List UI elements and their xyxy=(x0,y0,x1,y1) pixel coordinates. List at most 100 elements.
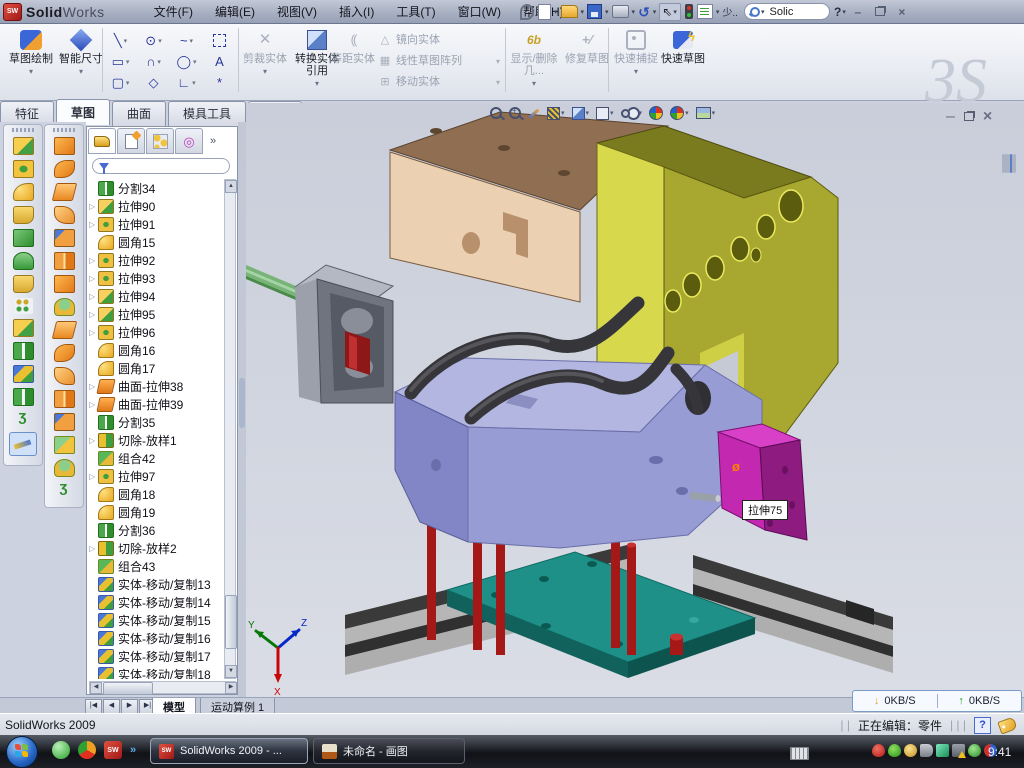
smart-dimension-button[interactable]: 智能尺寸 ▾ xyxy=(56,27,106,78)
minimize-button[interactable]: – xyxy=(849,5,867,19)
open-dropdown-icon[interactable]: ▾ xyxy=(581,8,585,16)
scroll-left-icon[interactable]: ◀ xyxy=(90,682,102,694)
expand-arrow-icon[interactable]: ▷ xyxy=(89,220,98,229)
curve-through-points-icon[interactable] xyxy=(55,482,74,498)
help-dropdown-icon[interactable]: ▾ xyxy=(842,8,846,16)
tree-item[interactable]: ▷拉伸95 xyxy=(89,305,225,323)
freeform-icon[interactable] xyxy=(54,252,75,270)
start-button[interactable] xyxy=(6,736,38,768)
filled-surface-icon[interactable] xyxy=(54,344,75,362)
swept-surface-icon[interactable] xyxy=(51,183,76,201)
fillet-icon[interactable] xyxy=(13,183,34,201)
quick-tips-icon[interactable]: ? xyxy=(974,717,991,734)
open-icon[interactable] xyxy=(561,5,578,18)
expand-arrow-icon[interactable]: ▷ xyxy=(89,328,98,337)
security-center-icon[interactable] xyxy=(872,744,885,757)
shell-icon[interactable] xyxy=(13,229,34,247)
point-icon[interactable]: * xyxy=(203,75,236,90)
instant3d-icon[interactable] xyxy=(9,432,37,456)
delete-face-icon[interactable] xyxy=(54,436,75,454)
selection-box-icon[interactable] xyxy=(203,34,236,47)
close-button[interactable]: × xyxy=(893,5,911,19)
wireless-alert-icon[interactable] xyxy=(952,744,965,757)
view-orientation-button[interactable]: ▾ xyxy=(572,107,590,120)
menu-item[interactable]: 视图(V) xyxy=(266,0,328,23)
tree-item[interactable]: 分割35 xyxy=(89,413,225,431)
arc-icon[interactable]: ∩▾ xyxy=(137,54,170,69)
undo-icon[interactable]: ↺ xyxy=(638,5,650,19)
zoom-area-button[interactable] xyxy=(509,107,521,119)
curve-icon[interactable] xyxy=(14,411,33,427)
new-document-icon[interactable] xyxy=(538,4,551,20)
zoom-fit-button[interactable] xyxy=(490,107,502,119)
expand-arrow-icon[interactable]: ▷ xyxy=(89,202,98,211)
expand-arrow-icon[interactable]: ▷ xyxy=(89,472,98,481)
offset-surface-icon[interactable] xyxy=(54,298,75,316)
smart-dimension-dropdown-icon[interactable]: ▾ xyxy=(56,66,106,78)
toolbar-overflow[interactable]: 少.. xyxy=(722,4,738,19)
tree-item[interactable]: 组合42 xyxy=(89,449,225,467)
tree-item[interactable]: ▷曲面-拉伸39 xyxy=(89,395,225,413)
tree-item[interactable]: ▷拉伸97 xyxy=(89,467,225,485)
move-copy-icon[interactable] xyxy=(13,365,34,383)
volume-icon[interactable] xyxy=(920,744,933,757)
hide-show-items-button[interactable]: ▾ xyxy=(621,109,643,118)
tree-item[interactable]: 实体-移动/复制14 xyxy=(89,593,225,611)
planar-surface-icon[interactable] xyxy=(54,275,75,293)
tree-horizontal-scrollbar[interactable]: ◀ ▶ xyxy=(89,681,236,694)
linear-pattern-icon[interactable] xyxy=(14,298,33,314)
help-icon[interactable]: ? xyxy=(834,5,841,19)
display-style-button[interactable]: ▾ xyxy=(596,107,614,120)
combine-icon[interactable] xyxy=(13,342,34,360)
tree-item[interactable]: ▷拉伸93 xyxy=(89,269,225,287)
print-dropdown-icon[interactable]: ▾ xyxy=(632,8,636,16)
previous-view-button[interactable] xyxy=(528,112,540,115)
tree-item[interactable]: 分割36 xyxy=(89,521,225,539)
tab-configurationmanager[interactable] xyxy=(146,128,174,154)
sketch-dropdown-icon[interactable]: ▾ xyxy=(6,66,56,78)
solidworks-shortcut-icon[interactable]: SW xyxy=(104,741,122,759)
part-carrier-block[interactable] xyxy=(246,265,393,403)
split-icon[interactable] xyxy=(13,388,34,406)
print-icon[interactable] xyxy=(612,5,629,18)
panel-tabs-overflow[interactable]: » xyxy=(210,135,216,147)
sketch-fillet-icon[interactable]: ∟▾ xyxy=(170,75,203,90)
revolved-surface-icon[interactable] xyxy=(54,160,75,178)
doc-restore-button[interactable] xyxy=(964,108,974,126)
tree-item[interactable]: 分割34 xyxy=(89,179,225,197)
antivirus-icon[interactable] xyxy=(968,744,981,757)
panel-collapse-handle[interactable] xyxy=(239,378,245,428)
tab-propertymanager[interactable] xyxy=(117,128,145,154)
messenger-icon[interactable] xyxy=(52,741,70,759)
document-recovery-icon[interactable] xyxy=(1014,154,1016,173)
tree-item[interactable]: 圆角19 xyxy=(89,503,225,521)
new-dropdown-icon[interactable]: ▾ xyxy=(554,8,558,16)
command-tab-3[interactable]: 曲面 xyxy=(112,101,166,126)
line-icon[interactable]: ╲▾ xyxy=(104,33,137,49)
sync-center-icon[interactable] xyxy=(936,744,949,757)
menu-item[interactable]: 文件(F) xyxy=(143,0,204,23)
tree-item[interactable]: ▷切除-放样2 xyxy=(89,539,225,557)
toolbar-grip[interactable] xyxy=(53,128,75,132)
doc-close-button[interactable]: × xyxy=(983,108,992,126)
hole-wizard-icon[interactable] xyxy=(13,275,34,293)
search-input[interactable]: ▾ Solic xyxy=(744,3,830,20)
pin-icon[interactable] xyxy=(520,4,534,20)
select-tool[interactable]: ⇖▾ xyxy=(659,3,681,21)
expand-arrow-icon[interactable]: ▷ xyxy=(89,436,98,445)
menu-item[interactable]: 窗口(W) xyxy=(447,0,512,23)
circle-icon[interactable]: ⊙▾ xyxy=(137,33,170,49)
windows-update-icon[interactable] xyxy=(904,744,917,757)
tree-item[interactable]: 组合43 xyxy=(89,557,225,575)
taskbar-item-paint[interactable]: 未命名 - 画图 xyxy=(313,738,465,764)
trim-surface-icon[interactable] xyxy=(54,390,75,408)
polygon-icon[interactable]: ◇ xyxy=(137,75,170,91)
tree-item[interactable]: 圆角16 xyxy=(89,341,225,359)
save-dropdown-icon[interactable]: ▾ xyxy=(605,8,609,16)
toolbar-grip[interactable] xyxy=(12,128,34,132)
keyboard-layout-icon[interactable] xyxy=(790,747,809,760)
options-list-icon[interactable] xyxy=(697,4,713,19)
text-icon[interactable]: A xyxy=(203,54,236,69)
tree-item[interactable]: ▷拉伸90 xyxy=(89,197,225,215)
tree-item[interactable]: 实体-移动/复制17 xyxy=(89,647,225,665)
